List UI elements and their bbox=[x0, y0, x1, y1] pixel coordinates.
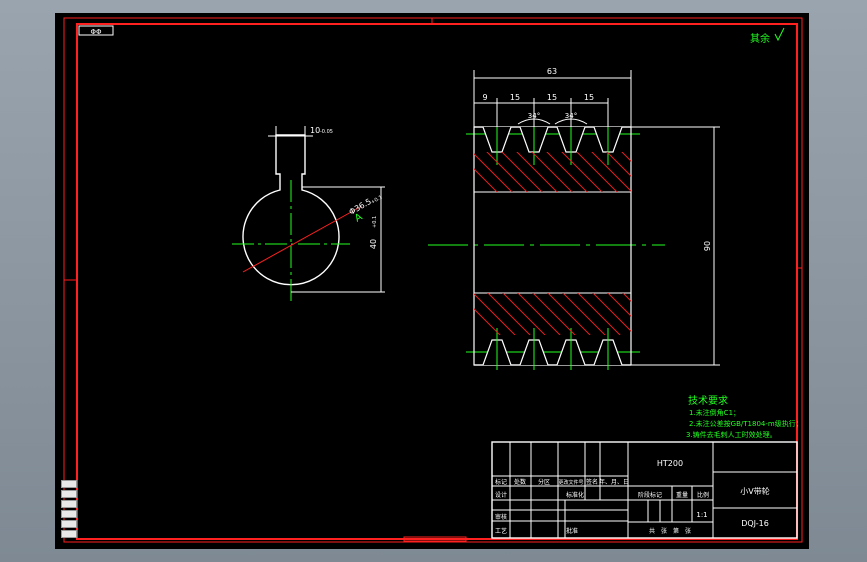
bore-dia-text: Φ36.5 bbox=[348, 197, 373, 217]
header-date: 年、月、日 bbox=[599, 478, 629, 486]
layer-button[interactable] bbox=[61, 490, 77, 498]
dim-pitch-c: 15 bbox=[547, 93, 557, 102]
label-sheets: 共 张 第 张 bbox=[649, 527, 691, 535]
title-block-text: HT200 小V带轮 DQJ-16 1:1 标记 处数 分区 更改文件号 签名 … bbox=[495, 459, 770, 535]
tech-requirements: 技术要求 1.未注倒角C1； 2.未注公差按GB/T1804-m级执行； 3.铸… bbox=[686, 394, 803, 439]
dim-pitch-d: 15 bbox=[584, 93, 594, 102]
material-text: HT200 bbox=[657, 459, 683, 468]
bore-depth-text: 40 bbox=[369, 239, 378, 249]
roughness-symbol bbox=[774, 27, 785, 42]
header-count: 处数 bbox=[514, 478, 526, 486]
header-mark: 标记 bbox=[495, 478, 507, 486]
dim-pitch-b: 15 bbox=[510, 93, 520, 102]
hatch-bottom bbox=[474, 293, 631, 335]
dim-angle-b: 34° bbox=[565, 112, 577, 120]
keyway-width-tol: -0.05 bbox=[320, 129, 333, 135]
drawing-no-text: DQJ-16 bbox=[741, 519, 769, 528]
corner-label: ΦΦ bbox=[90, 28, 102, 36]
layer-toolbar[interactable] bbox=[61, 478, 77, 540]
roughness-note: 其余 bbox=[750, 32, 770, 45]
dim-angle-a: 34° bbox=[528, 112, 540, 120]
outer-border bbox=[63, 17, 803, 543]
layer-button[interactable] bbox=[61, 480, 77, 488]
inner-border bbox=[76, 23, 798, 540]
tech-title: 技术要求 bbox=[688, 394, 728, 407]
bore-depth-tol: +0.1 bbox=[372, 216, 378, 228]
label-stage: 阶段标记 bbox=[638, 491, 662, 499]
scale-text: 1:1 bbox=[696, 511, 707, 519]
dim-pitch-a: 9 bbox=[482, 93, 487, 102]
part-name-text: 小V带轮 bbox=[740, 486, 769, 496]
label-ratio: 比例 bbox=[697, 491, 709, 499]
tech-line-3: 3.铸件去毛刺人工时效处理。 bbox=[686, 430, 777, 439]
keyway-width-text: 10 bbox=[310, 126, 320, 135]
label-approve: 批准 bbox=[566, 527, 578, 535]
header-change: 更改文件号 bbox=[558, 479, 583, 486]
layer-button[interactable] bbox=[61, 510, 77, 518]
header-zone: 分区 bbox=[538, 478, 550, 486]
datum-label: A bbox=[353, 212, 365, 225]
section-view: 63 9 15 15 15 34° 34° 90 bbox=[428, 67, 720, 370]
tech-line-2: 2.未注公差按GB/T1804-m级执行； bbox=[689, 419, 803, 428]
label-review: 审核 bbox=[495, 513, 507, 521]
label-design: 设计 bbox=[495, 491, 507, 499]
label-standardize: 标准化 bbox=[566, 491, 584, 499]
tech-line-1: 1.未注倒角C1； bbox=[689, 408, 740, 417]
dim-height-text: 90 bbox=[703, 241, 712, 251]
end-view: 10 -0.05 40 +0.1 Φ36.5 +0.1 A bbox=[232, 126, 385, 303]
groove-profile-top bbox=[474, 126, 631, 153]
dim-total-text: 63 bbox=[547, 67, 557, 76]
label-weight: 重量 bbox=[676, 491, 688, 499]
layer-button[interactable] bbox=[61, 500, 77, 508]
layer-button[interactable] bbox=[61, 520, 77, 528]
diameter-leader bbox=[242, 205, 363, 273]
header-sign: 签名 bbox=[586, 478, 598, 486]
label-process: 工艺 bbox=[495, 527, 507, 535]
cad-drawing: ΦΦ 其余 10 -0.05 40 +0.1 Φ36.5 +0.1 A 63 9… bbox=[63, 17, 803, 543]
layer-button[interactable] bbox=[61, 530, 77, 538]
